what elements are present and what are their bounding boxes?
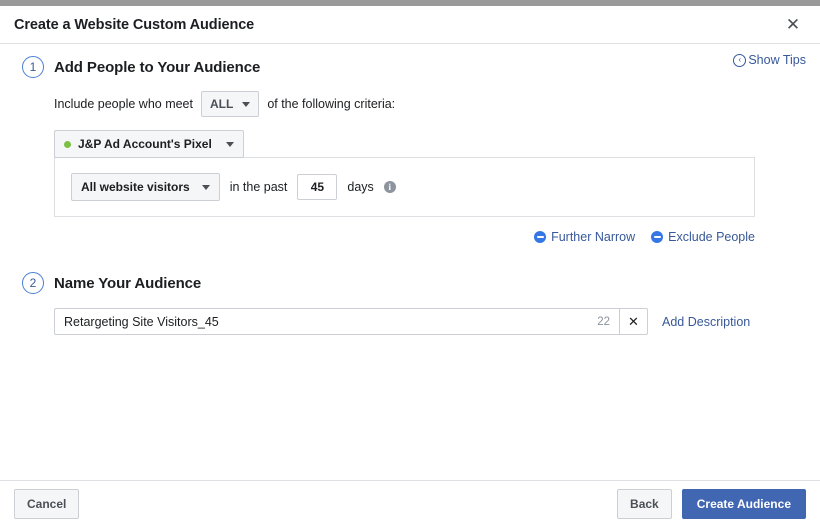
- narrow-exclude-actions: Further Narrow Exclude People: [0, 230, 755, 244]
- audience-name-row: 22 ✕ Add Description: [0, 308, 820, 335]
- chevron-down-icon: [226, 142, 234, 147]
- chevron-down-icon: [202, 185, 210, 190]
- step-2-title: Name Your Audience: [54, 275, 201, 292]
- match-type-value: ALL: [210, 96, 233, 112]
- create-audience-button[interactable]: Create Audience: [682, 489, 806, 519]
- dialog-footer: Cancel Back Create Audience: [0, 480, 820, 527]
- criteria-match-row: Include people who meet ALL of the follo…: [0, 91, 820, 117]
- pixel-label-wrap: J&P Ad Account's Pixel: [64, 136, 212, 152]
- event-type-value: All website visitors: [81, 179, 190, 195]
- step-2-section: 2 Name Your Audience 22 ✕ Add Descriptio…: [0, 272, 820, 335]
- create-website-custom-audience-dialog: Create a Website Custom Audience ✕ ‹ Sho…: [0, 0, 820, 527]
- character-count: 22: [591, 316, 610, 328]
- dialog-body: ‹ Show Tips 1 Add People to Your Audienc…: [0, 44, 820, 480]
- step-1-number: 1: [22, 56, 44, 78]
- audience-name-field: 22 ✕: [54, 308, 648, 335]
- days-label: days: [347, 180, 373, 194]
- further-narrow-link[interactable]: Further Narrow: [534, 230, 635, 244]
- green-status-dot-icon: [64, 141, 71, 148]
- step-1-title: Add People to Your Audience: [54, 59, 260, 76]
- footer-left: Cancel: [14, 489, 79, 519]
- audience-name-input[interactable]: [64, 309, 591, 334]
- chevron-down-icon: [242, 102, 250, 107]
- rule-row: All website visitors in the past days i: [71, 173, 396, 201]
- dialog-header: Create a Website Custom Audience ✕: [0, 6, 820, 44]
- back-button[interactable]: Back: [617, 489, 672, 519]
- step-1-header: 1 Add People to Your Audience: [0, 56, 820, 78]
- exclude-people-label: Exclude People: [668, 230, 755, 244]
- event-type-dropdown[interactable]: All website visitors: [71, 173, 220, 201]
- minus-circle-icon: [534, 231, 546, 243]
- exclude-people-link[interactable]: Exclude People: [651, 230, 755, 244]
- retention-days-input[interactable]: [297, 174, 337, 200]
- cancel-button[interactable]: Cancel: [14, 489, 79, 519]
- pixel-selector-row: J&P Ad Account's Pixel: [0, 130, 820, 158]
- match-type-dropdown[interactable]: ALL: [201, 91, 259, 117]
- info-icon[interactable]: i: [384, 181, 396, 193]
- minus-circle-icon: [651, 231, 663, 243]
- close-icon[interactable]: ✕: [780, 12, 806, 38]
- pixel-source-dropdown[interactable]: J&P Ad Account's Pixel: [54, 130, 244, 158]
- criteria-rule-box: All website visitors in the past days i: [54, 157, 755, 217]
- further-narrow-label: Further Narrow: [551, 230, 635, 244]
- step-1-section: 1 Add People to Your Audience Include pe…: [0, 44, 820, 244]
- step-2-header: 2 Name Your Audience: [0, 272, 820, 294]
- criteria-prefix-label: Include people who meet: [54, 97, 193, 111]
- audience-name-input-wrap: 22: [54, 308, 619, 335]
- in-the-past-label: in the past: [230, 180, 288, 194]
- clear-name-button[interactable]: ✕: [619, 308, 648, 335]
- add-description-link[interactable]: Add Description: [662, 315, 750, 329]
- pixel-name-label: J&P Ad Account's Pixel: [78, 136, 212, 152]
- footer-right: Back Create Audience: [617, 489, 806, 519]
- criteria-suffix-label: of the following criteria:: [267, 97, 395, 111]
- step-2-number: 2: [22, 272, 44, 294]
- dialog-title: Create a Website Custom Audience: [14, 17, 780, 33]
